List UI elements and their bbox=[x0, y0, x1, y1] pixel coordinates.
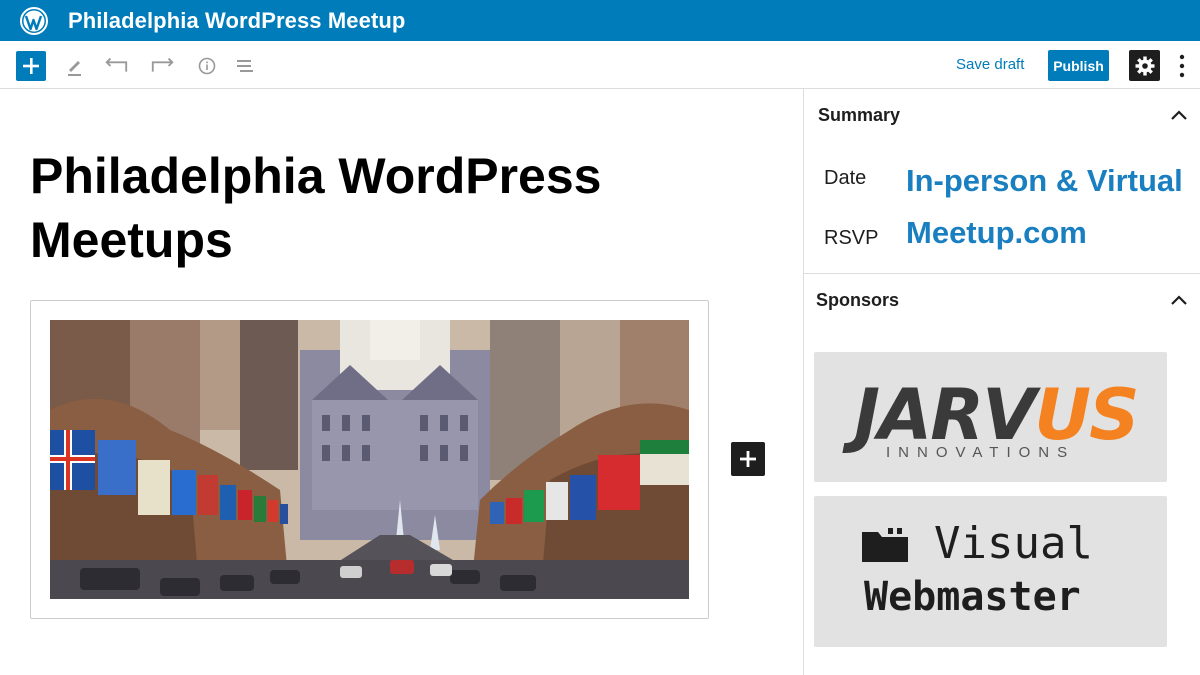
plus-icon bbox=[740, 451, 756, 467]
editor-toolbar: Save draft Publish bbox=[0, 41, 1200, 89]
site-header: Philadelphia WordPress Meetup bbox=[0, 0, 1200, 41]
more-vertical-icon bbox=[1179, 54, 1185, 78]
summary-rsvp-value[interactable]: Meetup.com bbox=[906, 215, 1087, 251]
settings-sidebar: Summary Date In-person & Virtual RSVP Me… bbox=[803, 89, 1200, 675]
summary-date-label: Date bbox=[824, 167, 867, 189]
sponsors-panel-header[interactable]: Sponsors bbox=[804, 274, 1200, 328]
gear-icon bbox=[1135, 56, 1154, 75]
sponsors-panel-title: Sponsors bbox=[816, 290, 900, 310]
block-inserter-button[interactable] bbox=[731, 442, 765, 476]
summary-panel-title: Summary bbox=[818, 105, 901, 125]
featured-image[interactable] bbox=[50, 320, 689, 599]
undo-icon[interactable] bbox=[103, 53, 129, 79]
info-icon[interactable] bbox=[194, 53, 220, 79]
visual-webmaster-line2: Webmaster bbox=[864, 574, 1081, 620]
chevron-up-icon[interactable] bbox=[1169, 291, 1189, 311]
list-view-icon[interactable] bbox=[232, 53, 258, 79]
jarvus-logo: JARVUS bbox=[854, 380, 1140, 450]
more-options-button[interactable] bbox=[1172, 52, 1192, 80]
image-block[interactable] bbox=[30, 300, 709, 619]
jarvus-subtitle: INNOVATIONS bbox=[886, 444, 1076, 461]
sponsor-jarvus[interactable]: JARVUS INNOVATIONS bbox=[814, 352, 1167, 482]
summary-panel-header[interactable]: Summary bbox=[804, 89, 1200, 143]
summary-date-value[interactable]: In-person & Virtual bbox=[906, 163, 1183, 199]
site-title: Philadelphia WordPress Meetup bbox=[68, 7, 406, 33]
folder-icon bbox=[862, 528, 908, 562]
editor-canvas: Philadelphia WordPress Meetups bbox=[0, 89, 803, 675]
settings-button[interactable] bbox=[1129, 50, 1160, 81]
plus-icon bbox=[23, 58, 39, 74]
add-block-button[interactable] bbox=[16, 51, 46, 81]
summary-rsvp-label: RSVP bbox=[824, 227, 879, 249]
chevron-up-icon[interactable] bbox=[1169, 106, 1189, 126]
post-title[interactable]: Philadelphia WordPress Meetups bbox=[30, 144, 730, 272]
sponsor-visual-webmaster[interactable]: Visual Webmaster bbox=[814, 496, 1167, 647]
visual-webmaster-line1: Visual bbox=[934, 518, 1093, 569]
wordpress-logo-icon[interactable] bbox=[20, 6, 48, 35]
redo-icon[interactable] bbox=[150, 53, 176, 79]
publish-button[interactable]: Publish bbox=[1048, 50, 1109, 81]
pencil-icon[interactable] bbox=[61, 53, 87, 79]
save-draft-button[interactable]: Save draft bbox=[956, 56, 1024, 73]
